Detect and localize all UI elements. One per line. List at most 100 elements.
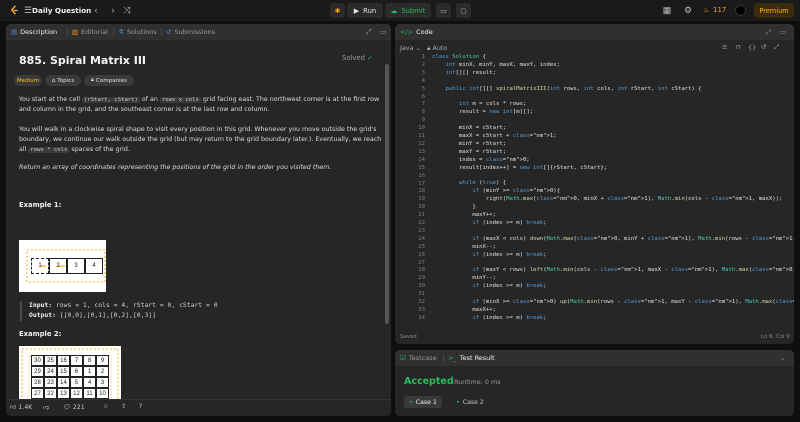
grid-cell: 7 — [70, 355, 83, 366]
tab-divider — [67, 28, 68, 36]
problem-title[interactable]: 885. Spiral Matrix III — [19, 54, 146, 67]
layout-icon[interactable]: ▦ — [662, 5, 672, 15]
fullscreen-icon[interactable]: ⤢ — [774, 43, 779, 52]
example-1-heading: Example 1: — [19, 201, 62, 209]
grid-cell: 6 — [70, 366, 83, 377]
thumbs-down-icon[interactable]: 👎︎ — [43, 403, 49, 411]
case-1-tab[interactable]: • Case 1 — [404, 396, 442, 408]
grid-cell: 8 — [83, 355, 96, 366]
code-line: while (true) { — [458, 180, 507, 187]
more-icon[interactable]: ▭ — [380, 28, 387, 36]
expand-icon[interactable]: ⤢ — [366, 28, 372, 37]
line-number: 11 — [418, 133, 425, 140]
code-line: right(Math.max(class="nm">0, minX + clas… — [485, 196, 783, 203]
share-icon[interactable]: ⇪ — [121, 403, 126, 410]
reset-icon[interactable]: ↺ — [761, 43, 766, 51]
tab-submissions[interactable]: ↺ Submissions — [166, 28, 215, 36]
code-line: minX--; — [432, 243, 496, 250]
bookmark-icon[interactable]: ⊓ — [736, 43, 741, 51]
checkbox-icon: ☑ — [400, 354, 406, 362]
tag-icon: ⌂ — [51, 77, 56, 84]
collapse-icon[interactable]: ⌄ — [780, 354, 785, 362]
cursor-position: Ln 6, Col 9 — [761, 334, 790, 340]
grid-cell: 25 — [44, 355, 57, 366]
tab-divider — [443, 354, 444, 362]
code-line: } — [432, 204, 476, 211]
avatar[interactable] — [735, 5, 746, 16]
line-number: 10 — [418, 125, 425, 132]
tab-testcase[interactable]: ☑ Testcase — [400, 354, 437, 362]
line-number: 5 — [421, 85, 425, 92]
run-button[interactable]: ▶ Run — [347, 3, 383, 18]
left-tabbar: ▤ Description ▥ Editorial ⚗ Solutions ↺ … — [6, 24, 391, 40]
submit-button[interactable]: ☁ Submit — [385, 3, 431, 18]
line-number: 22 — [418, 220, 425, 227]
debug-button[interactable]: ✱ — [330, 3, 345, 18]
tab-test-result[interactable]: >_ Test Result — [448, 354, 495, 362]
grid-cell: 24 — [44, 366, 57, 377]
line-number: 13 — [418, 148, 425, 155]
code-line: if (minX >= class="nm">0) up(Math.min(ro… — [472, 298, 794, 305]
leetcode-logo-icon[interactable] — [9, 5, 20, 16]
tab-code[interactable]: </> Code — [400, 28, 433, 36]
comments-button[interactable]: 💬︎ 221 — [63, 403, 85, 411]
streak-flame-icon[interactable]: ♨ — [703, 6, 709, 14]
tab-editorial[interactable]: ▥ Editorial — [72, 28, 108, 36]
like-button[interactable]: 👍︎ 1.4K — [10, 403, 32, 411]
shuffle-icon[interactable]: ⤨ — [122, 5, 132, 15]
example-1-io: Input: rows = 1, cols = 4, rStart = 0, c… — [20, 301, 390, 321]
note-icon: ▢ — [460, 6, 467, 15]
code-line: class Solution { — [432, 54, 486, 60]
tab-divider — [113, 28, 114, 36]
line-number: 25 — [418, 243, 425, 250]
prev-icon[interactable]: ‹ — [91, 5, 101, 15]
play-icon: ▶ — [353, 6, 360, 15]
grid-cell: 29 — [31, 366, 44, 377]
topics-button[interactable]: ⌂ Topics — [45, 75, 81, 86]
companies-button[interactable]: 🔒︎ Companies — [84, 75, 134, 86]
grid-cell: 27 — [31, 388, 44, 399]
notes-button[interactable]: ▢ — [456, 3, 471, 18]
format-icon[interactable]: ≡ — [722, 43, 727, 51]
daily-question-title[interactable]: Daily Question — [32, 6, 91, 15]
terminal-icon: >_ — [448, 354, 457, 362]
description-icon: ▤ — [11, 28, 18, 36]
auto-mode[interactable]: 🔒︎ Auto — [427, 44, 447, 53]
code-line: result = new int[m][]; — [432, 109, 534, 116]
line-number: 19 — [418, 196, 425, 203]
grid-cell: 4 — [83, 377, 96, 388]
line-number: 16 — [418, 172, 425, 179]
line-number: 18 — [418, 188, 425, 195]
next-icon[interactable]: › — [108, 5, 118, 15]
case-2-tab[interactable]: • Case 2 — [451, 396, 489, 408]
problem-paragraph-1: You start at the cell (rStart, cStart) o… — [19, 96, 380, 114]
tab-solutions[interactable]: ⚗ Solutions — [118, 28, 157, 36]
lock-icon: 🔒︎ — [90, 77, 94, 83]
help-icon[interactable]: ? — [139, 403, 142, 410]
settings-gear-icon[interactable]: ⚙ — [683, 5, 693, 15]
maximize-icon[interactable]: ▭ — [780, 28, 786, 36]
line-number: 32 — [418, 299, 425, 306]
code-editor[interactable]: class Solution { int minX, minY, maxX, m… — [432, 54, 794, 323]
editor-button[interactable]: ▭ — [436, 3, 451, 18]
grid-cell: 9 — [96, 355, 109, 366]
grid-cell: 30 — [31, 355, 44, 366]
expand-icon[interactable]: ⤢ — [766, 28, 771, 37]
tab-description[interactable]: ▤ Description — [11, 28, 57, 36]
code-brackets-icon: </> — [400, 28, 414, 36]
line-number: 31 — [418, 291, 425, 298]
line-number: 12 — [418, 140, 425, 147]
result-status: Accepted — [404, 376, 454, 387]
code-line: index = class="nm">0; — [432, 156, 530, 163]
description-scrollbar[interactable] — [385, 64, 389, 324]
code-line: if (index >= m) break; — [472, 283, 547, 290]
line-number: 23 — [418, 227, 425, 234]
braces-icon[interactable]: {} — [748, 43, 756, 51]
language-select[interactable]: Java ⌄ — [400, 44, 421, 52]
star-icon[interactable]: ☆ — [103, 403, 109, 410]
premium-button[interactable]: Premium — [754, 3, 794, 18]
